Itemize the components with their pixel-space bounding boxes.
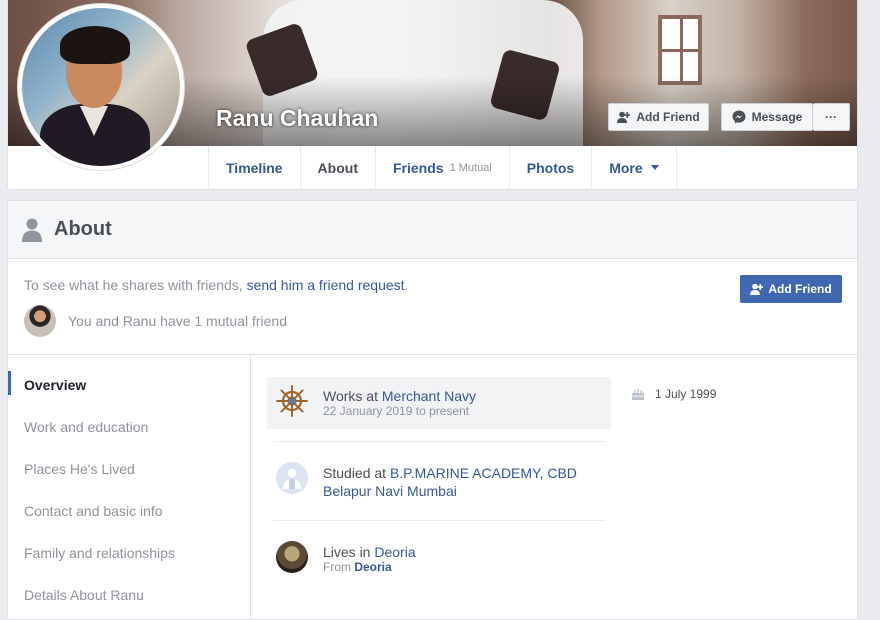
graduate-icon bbox=[283, 468, 301, 489]
sidebar-item-work-education[interactable]: Work and education bbox=[24, 419, 148, 435]
birthday-text: 1 July 1999 bbox=[655, 387, 717, 401]
tab-timeline[interactable]: Timeline bbox=[208, 146, 300, 189]
work-prefix: Works at bbox=[323, 388, 382, 404]
sidebar-item-family[interactable]: Family and relationships bbox=[24, 545, 175, 561]
friend-request-notice: To see what he shares with friends, send… bbox=[8, 259, 857, 355]
study-prefix: Studied at bbox=[323, 465, 390, 481]
sidebar-item-places-lived[interactable]: Places He's Lived bbox=[24, 461, 135, 477]
mutual-friends[interactable]: You and Ranu have 1 mutual friend bbox=[24, 305, 287, 337]
birthday-info: 1 July 1999 bbox=[631, 387, 716, 401]
cover-photo-window bbox=[658, 15, 702, 85]
tab-more[interactable]: More bbox=[591, 146, 677, 189]
more-dots-icon: ··· bbox=[825, 110, 837, 124]
tab-label: Friends bbox=[392, 159, 444, 176]
education-title: Studied at B.P.MARINE ACADEMY, CBD Belap… bbox=[323, 464, 593, 500]
overview-list: Works at Merchant Navy 22 January 2019 t… bbox=[267, 377, 611, 585]
chevron-down-icon bbox=[650, 165, 659, 170]
sidebar-item-details[interactable]: Details About Ranu bbox=[24, 587, 144, 603]
mutual-friends-text: You and Ranu have 1 mutual friend bbox=[68, 313, 287, 329]
divider bbox=[273, 441, 605, 442]
profile-tabs: Timeline About Friends 1 Mutual Photos Mo… bbox=[208, 146, 677, 189]
tab-label: Photos bbox=[526, 159, 575, 176]
add-friend-icon bbox=[617, 111, 631, 123]
message-button[interactable]: Message bbox=[721, 103, 813, 131]
add-friend-button-primary[interactable]: Add Friend bbox=[740, 275, 842, 303]
hometown: From Deoria bbox=[323, 560, 392, 574]
add-friend-icon bbox=[750, 283, 764, 295]
tab-label: More bbox=[609, 159, 643, 176]
add-friend-label: Add Friend bbox=[768, 282, 832, 296]
more-options-button[interactable]: ··· bbox=[813, 103, 850, 131]
notice-prefix: To see what he shares with friends, bbox=[24, 277, 247, 293]
current-city-link[interactable]: Deoria bbox=[374, 544, 415, 560]
work-title: Works at Merchant Navy bbox=[323, 387, 593, 405]
lives-prefix: Lives in bbox=[323, 544, 375, 560]
active-nav-indicator bbox=[8, 371, 11, 395]
profile-picture[interactable] bbox=[17, 3, 185, 171]
messenger-icon bbox=[732, 110, 746, 124]
tab-label: Timeline bbox=[226, 159, 283, 176]
tab-label: About bbox=[317, 159, 358, 176]
about-title: About bbox=[54, 218, 112, 240]
birthday-cake-icon bbox=[632, 389, 644, 400]
ship-wheel-icon bbox=[276, 385, 308, 417]
from-prefix: From bbox=[323, 560, 355, 574]
list-item-residence[interactable]: Lives in Deoria From Deoria bbox=[267, 533, 611, 585]
school-icon bbox=[276, 462, 308, 494]
location-photo-icon bbox=[276, 541, 308, 573]
add-friend-button[interactable]: Add Friend bbox=[608, 103, 709, 131]
message-label: Message bbox=[751, 110, 803, 124]
about-header: About bbox=[8, 201, 857, 259]
add-friend-label: Add Friend bbox=[636, 110, 700, 124]
about-section: About To see what he shares with friends… bbox=[7, 200, 858, 620]
residence-title: Lives in Deoria bbox=[323, 543, 593, 561]
mutual-count: 1 Mutual bbox=[449, 161, 492, 174]
sidebar-item-contact-info[interactable]: Contact and basic info bbox=[24, 503, 163, 519]
divider bbox=[273, 520, 605, 521]
work-place-link[interactable]: Merchant Navy bbox=[382, 388, 476, 404]
tab-photos[interactable]: Photos bbox=[508, 146, 591, 189]
list-item-work[interactable]: Works at Merchant Navy 22 January 2019 t… bbox=[267, 377, 611, 429]
about-sidebar: Overview Work and education Places He's … bbox=[8, 355, 251, 619]
notice-text: To see what he shares with friends, send… bbox=[24, 277, 408, 293]
person-icon bbox=[22, 218, 42, 242]
work-dates: 22 January 2019 to present bbox=[323, 404, 470, 418]
tab-friends[interactable]: Friends 1 Mutual bbox=[374, 146, 509, 189]
avatar bbox=[22, 8, 180, 166]
sidebar-item-overview[interactable]: Overview bbox=[24, 377, 86, 393]
mutual-friend-avatar[interactable] bbox=[24, 305, 56, 337]
profile-name[interactable]: Ranu Chauhan bbox=[216, 105, 378, 132]
about-body: Overview Work and education Places He's … bbox=[8, 355, 857, 619]
send-friend-request-link[interactable]: send him a friend request bbox=[247, 277, 405, 293]
tab-about[interactable]: About bbox=[299, 146, 375, 189]
hometown-link[interactable]: Deoria bbox=[354, 560, 391, 574]
list-item-education[interactable]: Studied at B.P.MARINE ACADEMY, CBD Belap… bbox=[267, 454, 611, 506]
notice-suffix: . bbox=[404, 277, 409, 293]
